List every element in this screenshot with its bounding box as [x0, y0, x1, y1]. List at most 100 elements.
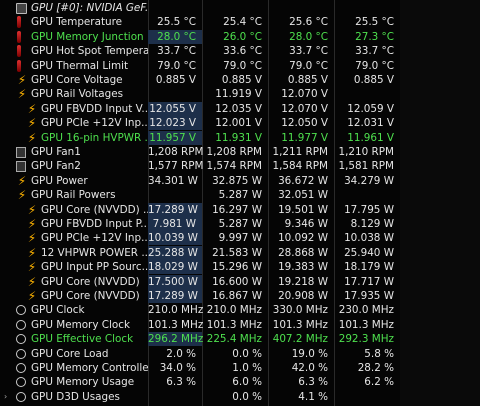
- bolt-icon: ⚡: [17, 73, 27, 87]
- maximum-value: 19.501 W: [278, 203, 328, 216]
- maximum-value: 6.3 %: [298, 376, 328, 389]
- average-value: [334, 87, 400, 101]
- minimum-value: 5.287 W: [218, 218, 262, 230]
- minimum-value: 210.0 MHz: [206, 304, 262, 317]
- sensor-row-gpu-rail-powers[interactable]: ⚡ GPU Rail Powers 5.287 W 32.051 W: [0, 188, 400, 202]
- sensor-label: GPU Rail Powers: [31, 189, 116, 202]
- sensor-row-gpu-pcie-12v-v[interactable]: ⚡ GPU PCIe +12V Inp... 12.023 V 12.001 V 12.…: [0, 116, 400, 131]
- average-value: 101.3 MHz: [338, 318, 394, 331]
- expand-chevron-icon[interactable]: ›: [4, 390, 7, 404]
- sensor-row-gpu-16pin-hvpwr[interactable]: ⚡ GPU 16-pin HVPWR ... 11.957 V 11.931 V 11.…: [0, 130, 400, 145]
- minimum-value: 11.931 V: [215, 131, 262, 144]
- fan-icon: [16, 161, 26, 173]
- current-value: [148, 188, 202, 202]
- sensor-label: GPU PCIe +12V Inp...: [41, 117, 148, 130]
- bolt-icon: ⚡: [27, 130, 37, 145]
- current-value: 33.7 °C: [157, 45, 196, 58]
- average-value: 230.0 MHz: [338, 304, 394, 317]
- sensor-row-gpu-thermal-limit[interactable]: GPU Thermal Limit 79.0 °C 79.0 °C 79.0 °C 79…: [0, 59, 400, 73]
- minimum-value: 26.0 °C: [223, 30, 262, 43]
- maximum-value: 407.2 MHz: [272, 333, 328, 346]
- thermometer-icon: [17, 45, 21, 58]
- maximum-value: 19.218 W: [278, 275, 328, 288]
- sensor-label: GPU Input PP Sourc...: [41, 261, 148, 274]
- sensor-row-gpu-hot-spot[interactable]: GPU Hot Spot Tempera... 33.7 °C 33.6 °C 33.…: [0, 44, 400, 58]
- minimum-value: 225.4 MHz: [206, 333, 262, 346]
- bolt-icon: ⚡: [17, 173, 27, 188]
- maximum-value: 101.3 MHz: [272, 318, 328, 331]
- minimum-value: 1,208 RPM: [206, 146, 263, 158]
- sensor-label: GPU Clock: [31, 304, 85, 317]
- minimum-value: 16.600 W: [212, 275, 262, 288]
- sensor-label: GPU 16-pin HVPWR ...: [41, 131, 148, 144]
- current-value: 17.289 W: [148, 202, 202, 217]
- sensor-row-gpu-rail-voltages[interactable]: ⚡ GPU Rail Voltages 11.919 V 12.070 V: [0, 87, 400, 101]
- gpu-chip-icon: [16, 3, 27, 14]
- maximum-value: 4.1 %: [298, 390, 328, 403]
- clock-icon: [16, 348, 26, 359]
- maximum-value: 28.868 W: [278, 246, 328, 259]
- current-value: 2.0 %: [166, 347, 196, 360]
- minimum-value: 9.997 W: [218, 232, 262, 245]
- sensor-row-gpu-effective-clock[interactable]: GPU Effective Clock 296.2 MHz 225.4 MHz 407…: [0, 332, 400, 347]
- sensor-label: GPU Fan1: [31, 146, 81, 158]
- average-value: [334, 390, 400, 404]
- sensor-label: GPU Core Load: [31, 347, 109, 360]
- bolt-icon: ⚡: [17, 87, 27, 102]
- sensor-label: GPU Hot Spot Tempera...: [31, 45, 148, 58]
- maximum-value: 79.0 °C: [289, 59, 328, 72]
- average-value: 28.2 %: [357, 362, 394, 374]
- average-value: 18.179 W: [344, 261, 394, 274]
- sensor-label: GPU FBVDD Input P...: [41, 218, 148, 230]
- sensor-row-gpu-fbvdd-input-v[interactable]: ⚡ GPU FBVDD Input V... 12.055 V 12.035 V 12.…: [0, 101, 400, 116]
- clock-icon: [16, 391, 26, 402]
- sensor-row-gpu-input-pp-source[interactable]: ⚡ GPU Input PP Sourc... 18.029 W 15.296 W 19…: [0, 260, 400, 275]
- maximum-value: 25.6 °C: [289, 16, 328, 29]
- average-value: 17.717 W: [344, 275, 394, 288]
- sensor-row-gpu-memory-clock[interactable]: GPU Memory Clock 101.3 MHz 101.3 MHz 101.3 …: [0, 318, 400, 332]
- bolt-icon: ⚡: [27, 217, 37, 231]
- sensor-row-gpu-clock[interactable]: GPU Clock 210.0 MHz 210.0 MHz 330.0 MHz 230.…: [0, 303, 400, 317]
- sensor-row-gpu-fan2[interactable]: GPU Fan2 1,577 RPM 1,574 RPM 1,584 RPM 1,581…: [0, 159, 400, 173]
- sensor-row-gpu-core-nvvdd-3[interactable]: ⚡ GPU Core (NVVDD) 17.289 W 16.867 W 20.908 …: [0, 289, 400, 303]
- maximum-value: 20.908 W: [278, 290, 328, 302]
- sensor-row-gpu-core-load[interactable]: GPU Core Load 2.0 % 0.0 % 19.0 % 5.8 %: [0, 347, 400, 361]
- maximum-value: 12.050 V: [281, 117, 328, 130]
- maximum-value: 19.383 W: [278, 261, 328, 274]
- average-value: 79.0 °C: [355, 59, 394, 72]
- sensor-grid: GPU [#0]: NVIDIA GeF... GPU Temperature 25…: [0, 0, 400, 406]
- current-value: 12.055 V: [148, 101, 202, 116]
- minimum-value: [202, 1, 268, 15]
- bolt-icon: ⚡: [27, 260, 37, 275]
- average-value: 33.7 °C: [355, 45, 394, 58]
- minimum-value: 1,574 RPM: [206, 160, 263, 173]
- sensor-row-gpu-fan1[interactable]: GPU Fan1 1,208 RPM 1,208 RPM 1,211 RPM 1,210…: [0, 145, 400, 159]
- minimum-value: 25.4 °C: [223, 16, 262, 29]
- sensor-row-gpu-core-nvvdd-2[interactable]: ⚡ GPU Core (NVVDD) 17.500 W 16.600 W 19.218 …: [0, 274, 400, 289]
- sensor-row-gpu-fbvdd-input-p[interactable]: ⚡ GPU FBVDD Input P... 7.981 W 5.287 W 9.346…: [0, 217, 400, 231]
- sensor-row-vhpwr-power[interactable]: ⚡ 12 VHPWR POWER ... 25.288 W 21.583 W 28.86…: [0, 245, 400, 260]
- current-value: 10.039 W: [148, 231, 202, 246]
- clock-icon: [16, 305, 26, 316]
- sensor-row-gpu-memory-controller[interactable]: GPU Memory Controller... 34.0 % 1.0 % 42.0 …: [0, 361, 400, 375]
- sensor-label: GPU Power: [31, 174, 88, 187]
- sensor-row-gpu-memory-junction[interactable]: GPU Memory Junction ... 28.0 °C 26.0 °C 28.…: [0, 29, 400, 44]
- bolt-icon: ⚡: [27, 231, 37, 246]
- sensor-row-gpu-header[interactable]: GPU [#0]: NVIDIA GeF...: [0, 1, 400, 15]
- thermometer-icon: [17, 16, 21, 29]
- sensor-row-gpu-temperature[interactable]: GPU Temperature 25.5 °C 25.4 °C 25.6 °C 25.5…: [0, 15, 400, 29]
- current-value: 0.885 V: [155, 74, 196, 86]
- sensor-row-gpu-core-nvvdd-1[interactable]: ⚡ GPU Core (NVVDD) ... 17.289 W 16.297 W 19.…: [0, 202, 400, 217]
- sensor-label: GPU Thermal Limit: [31, 59, 129, 72]
- sensor-row-gpu-power[interactable]: ⚡ GPU Power 34.301 W 32.875 W 36.672 W 34.279…: [0, 174, 400, 188]
- sensor-row-gpu-memory-usage[interactable]: GPU Memory Usage 6.3 % 6.0 % 6.3 % 6.2 %: [0, 375, 400, 389]
- maximum-value: 12.070 V: [281, 88, 328, 101]
- sensor-row-gpu-d3d-usages[interactable]: › GPU D3D Usages 0.0 % 4.1 %: [0, 390, 400, 404]
- current-value: 1,577 RPM: [148, 160, 204, 173]
- minimum-value: 0.0 %: [232, 347, 262, 360]
- maximum-value: 28.0 °C: [289, 30, 328, 43]
- sensor-row-gpu-pcie-12v-p[interactable]: ⚡ GPU PCIe +12V Inp... 10.039 W 9.997 W 10.0…: [0, 231, 400, 246]
- sensor-row-gpu-core-voltage[interactable]: ⚡ GPU Core Voltage 0.885 V 0.885 V 0.885 V 0.…: [0, 73, 400, 87]
- minimum-value: 1.0 %: [232, 362, 262, 374]
- minimum-value: 79.0 °C: [223, 59, 262, 72]
